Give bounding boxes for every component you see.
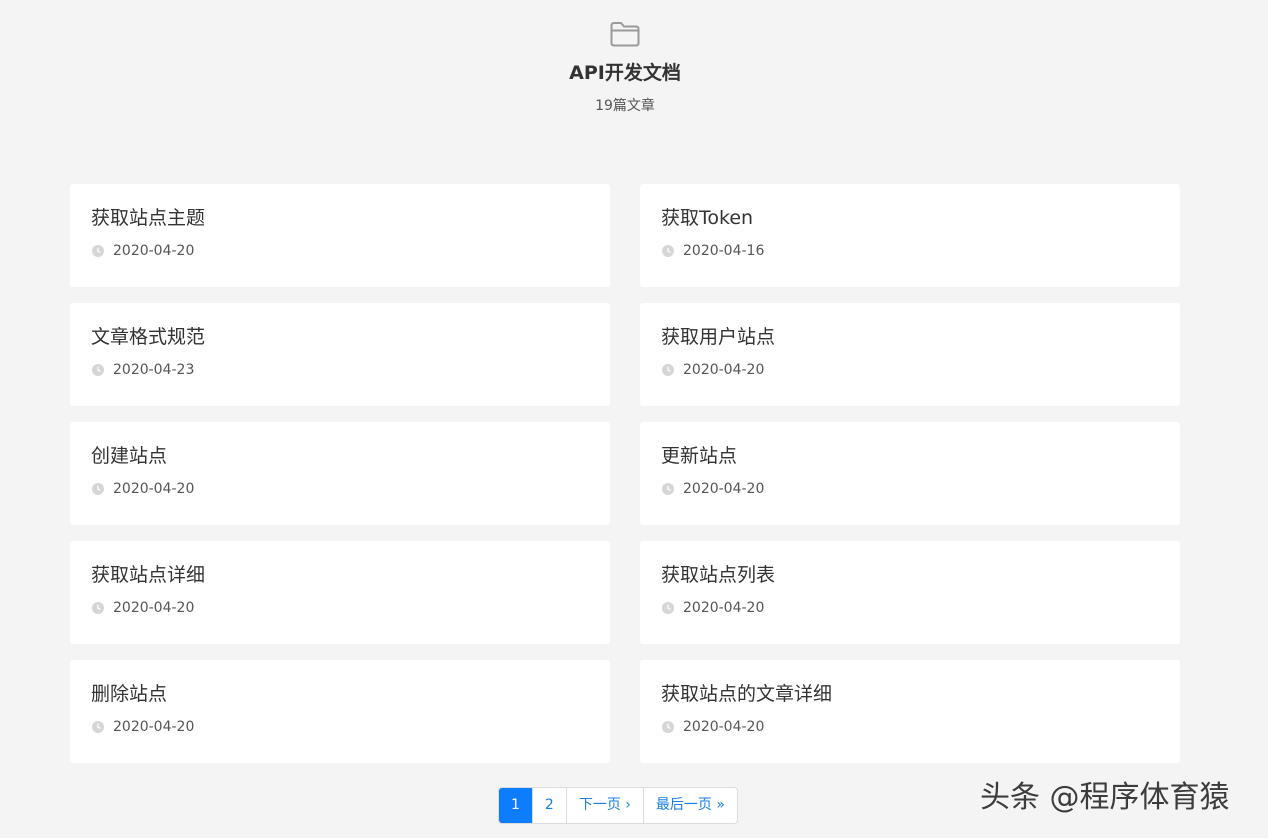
article-count: 19篇文章	[595, 98, 655, 114]
article-title[interactable]: 创建站点	[91, 442, 167, 470]
article-date: 2020-04-20	[683, 362, 765, 378]
article-meta: 2020-04-20	[92, 598, 194, 618]
article-meta: 2020-04-20	[92, 479, 194, 499]
article-meta: 2020-04-20	[662, 479, 764, 499]
article-meta: 2020-04-16	[662, 241, 764, 261]
article-date: 2020-04-16	[683, 243, 765, 259]
clock-icon	[92, 721, 104, 733]
page-2-button[interactable]: 2	[531, 788, 566, 823]
article-meta: 2020-04-20	[92, 241, 194, 261]
clock-icon	[92, 364, 104, 376]
article-meta: 2020-04-20	[662, 717, 764, 737]
article-date: 2020-04-20	[683, 719, 765, 735]
next-page-button[interactable]: 下一页 ›	[565, 788, 643, 823]
article-date: 2020-04-20	[683, 481, 765, 497]
clock-icon	[92, 483, 104, 495]
article-card[interactable]: 更新站点 2020-04-20	[640, 422, 1180, 525]
category-title: API开发文档	[569, 62, 681, 84]
article-date: 2020-04-20	[113, 719, 195, 735]
article-card[interactable]: 文章格式规范 2020-04-23	[70, 303, 610, 406]
last-page-button[interactable]: 最后一页 »	[642, 788, 737, 823]
clock-icon	[662, 602, 674, 614]
article-date: 2020-04-20	[113, 481, 195, 497]
clock-icon	[662, 483, 674, 495]
article-title[interactable]: 获取用户站点	[661, 323, 775, 351]
article-title[interactable]: 文章格式规范	[91, 323, 205, 351]
clock-icon	[662, 245, 674, 257]
clock-icon	[662, 721, 674, 733]
article-title[interactable]: 获取站点详细	[91, 561, 205, 589]
article-card[interactable]: 获取Token 2020-04-16	[640, 184, 1180, 287]
article-card[interactable]: 获取站点详细 2020-04-20	[70, 541, 610, 644]
article-date: 2020-04-23	[113, 362, 195, 378]
clock-icon	[92, 245, 104, 257]
clock-icon	[92, 602, 104, 614]
article-card[interactable]: 获取站点主题 2020-04-20	[70, 184, 610, 287]
article-card[interactable]: 获取站点列表 2020-04-20	[640, 541, 1180, 644]
article-title[interactable]: 获取站点的文章详细	[661, 680, 832, 708]
folder-icon	[610, 22, 640, 47]
pagination: 1 2 下一页 › 最后一页 »	[498, 787, 738, 824]
article-title[interactable]: 获取站点列表	[661, 561, 775, 589]
article-date: 2020-04-20	[113, 243, 195, 259]
article-card[interactable]: 获取站点的文章详细 2020-04-20	[640, 660, 1180, 763]
article-card[interactable]: 获取用户站点 2020-04-20	[640, 303, 1180, 406]
article-title[interactable]: 获取Token	[661, 204, 753, 232]
article-card[interactable]: 创建站点 2020-04-20	[70, 422, 610, 525]
article-meta: 2020-04-20	[662, 360, 764, 380]
article-title[interactable]: 更新站点	[661, 442, 737, 470]
watermark: 头条 @程序体育猿	[980, 780, 1230, 815]
article-title[interactable]: 获取站点主题	[91, 204, 205, 232]
page-1-button[interactable]: 1	[499, 788, 532, 823]
article-meta: 2020-04-23	[92, 360, 194, 380]
article-card[interactable]: 删除站点 2020-04-20	[70, 660, 610, 763]
article-date: 2020-04-20	[683, 600, 765, 616]
article-meta: 2020-04-20	[92, 717, 194, 737]
clock-icon	[662, 364, 674, 376]
article-date: 2020-04-20	[113, 600, 195, 616]
article-meta: 2020-04-20	[662, 598, 764, 618]
article-title[interactable]: 删除站点	[91, 680, 167, 708]
